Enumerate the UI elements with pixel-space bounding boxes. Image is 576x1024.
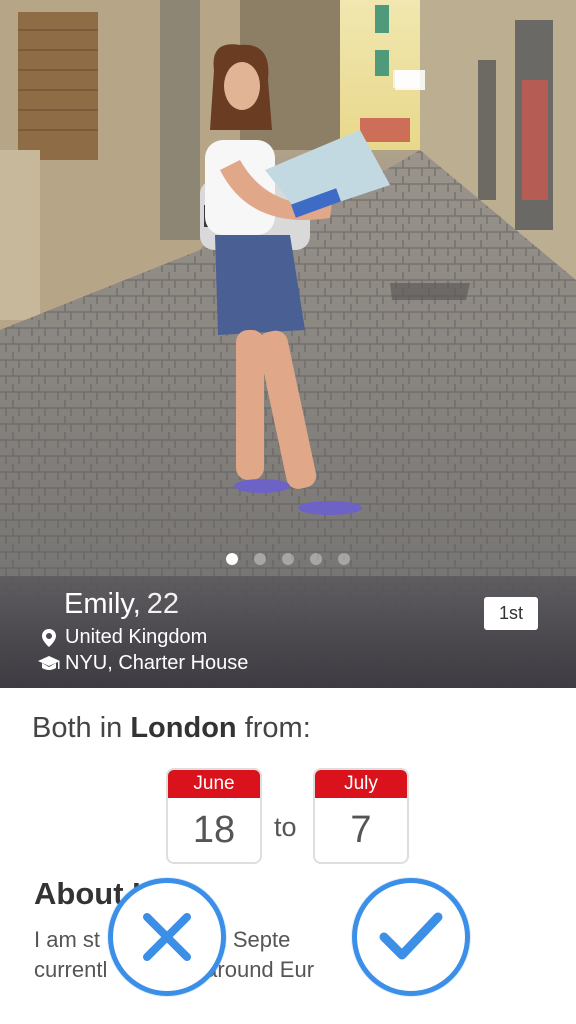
profile-country-row: United Kingdom: [38, 626, 207, 649]
profile-country: United Kingdom: [65, 626, 208, 648]
pagination-dot[interactable]: [338, 553, 350, 565]
accept-button[interactable]: [352, 878, 470, 996]
pagination-dot[interactable]: [310, 553, 322, 565]
profile-school: NYU, Charter House: [65, 652, 249, 674]
pagination-dot[interactable]: [226, 553, 238, 565]
profile-info-bar: Emily, 22 United Kingdom NYU, Charter Hou…: [0, 576, 576, 688]
profile-name-line: Emily, 22: [64, 588, 179, 621]
close-icon: [143, 913, 191, 961]
photo-pagination: [0, 553, 576, 565]
headline-prefix: Both in: [32, 712, 131, 744]
match-headline: Both in London from:: [32, 712, 311, 745]
checkmark-icon: [379, 912, 443, 960]
date-range-separator: to: [274, 812, 297, 842]
connection-degree-badge: 1st: [484, 597, 538, 630]
end-month: July: [315, 770, 407, 798]
location-pin-icon: [38, 628, 60, 648]
headline-suffix: from:: [236, 712, 311, 744]
profile-name: Emily,: [64, 588, 141, 620]
start-date-calendar: June 18: [166, 768, 262, 864]
reject-button[interactable]: [108, 878, 226, 996]
profile-school-row: NYU, Charter House: [38, 652, 248, 675]
pagination-dot[interactable]: [282, 553, 294, 565]
graduation-cap-icon: [38, 654, 60, 674]
start-day: 18: [192, 808, 236, 851]
profile-age: 22: [146, 588, 180, 620]
end-day: 7: [350, 808, 372, 851]
start-month: June: [168, 770, 260, 798]
headline-city: London: [130, 712, 237, 744]
end-date-calendar: July 7: [313, 768, 409, 864]
pagination-dot[interactable]: [254, 553, 266, 565]
